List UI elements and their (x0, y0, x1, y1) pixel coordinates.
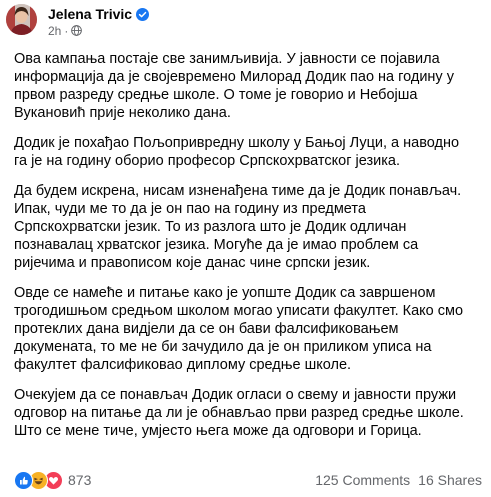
post-paragraph: Очекујем да се понављач Додик огласи о с… (14, 386, 488, 440)
post-text-line: трогодишњом средњом школом могао уписати… (14, 303, 464, 319)
reactions-summary[interactable]: 873 (14, 470, 92, 490)
post-text-line: Што се мене тиче, умјесто њега може да о… (14, 423, 422, 439)
comments-count[interactable]: 125 Comments (315, 472, 410, 488)
post-text-line: Ипак, чуди ме то да је он пао на годину … (14, 201, 366, 217)
avatar[interactable] (6, 4, 37, 35)
post-text-line: докумената, то ме не би зачудило да је о… (14, 339, 432, 355)
post-text-line: Додик је похађао Пољопривредну школу у Б… (14, 135, 460, 151)
post-text-line: Српскохрватски језик. То из разлога што … (14, 219, 407, 235)
avatar-image (6, 4, 37, 35)
post-paragraph: Овде се намеће и питање како је уопште Д… (14, 284, 488, 374)
meta-separator: · (64, 23, 69, 38)
post-time[interactable]: 2h (48, 24, 61, 38)
globe-icon[interactable] (71, 25, 83, 36)
post-text-line: га је на годину оборио професор Српскохр… (14, 153, 401, 169)
post-text-line: одговор на питање да ли је обнављао први… (14, 405, 464, 421)
post-text-line: Вукановић прије неколико дана. (14, 105, 231, 121)
post-text-line: Овде се намеће и питање како је уопште Д… (14, 285, 436, 301)
verified-badge-icon (136, 7, 150, 21)
post-text-line: информација да је својевремено Милорад Д… (14, 69, 454, 85)
post-footer: 873 125 Comments 16 Shares (14, 469, 482, 491)
post-text-line: првом разреду средње школе. О томе је го… (14, 87, 418, 103)
engagement-counts: 125 Comments 16 Shares (315, 472, 482, 488)
post-header: Jelena Trivic 2h · (6, 4, 486, 38)
post-text-line: Да будем искрена, нисам изненађена тиме … (14, 183, 462, 199)
post-text: Ова кампања постаје све занимљивија. У ј… (14, 50, 488, 452)
post-meta: 2h · (48, 23, 83, 38)
like-icon (14, 470, 33, 490)
author-name[interactable]: Jelena Trivic (48, 6, 132, 22)
post-text-line: Ова кампања постаје све занимљивија. У ј… (14, 51, 440, 67)
post-paragraph: Ова кампања постаје све занимљивија. У ј… (14, 50, 488, 122)
author-row: Jelena Trivic (48, 6, 150, 22)
post-text-line: Очекујем да се понављач Додик огласи о с… (14, 387, 457, 403)
post-text-line: ријечима и правописом које данас чине ср… (14, 255, 371, 271)
post-paragraph: Да будем искрена, нисам изненађена тиме … (14, 182, 488, 272)
post-text-line: познавалац хрватског језика. Могуће да ј… (14, 237, 419, 253)
post-paragraph: Додик је похађао Пољопривредну школу у Б… (14, 134, 488, 170)
shares-count[interactable]: 16 Shares (418, 472, 482, 488)
post-text-line: факултет фалсификовао диплому средње шко… (14, 357, 352, 373)
post-text-line: протеклих дана видјели да се он бави фал… (14, 321, 399, 337)
reaction-count: 873 (68, 472, 92, 488)
